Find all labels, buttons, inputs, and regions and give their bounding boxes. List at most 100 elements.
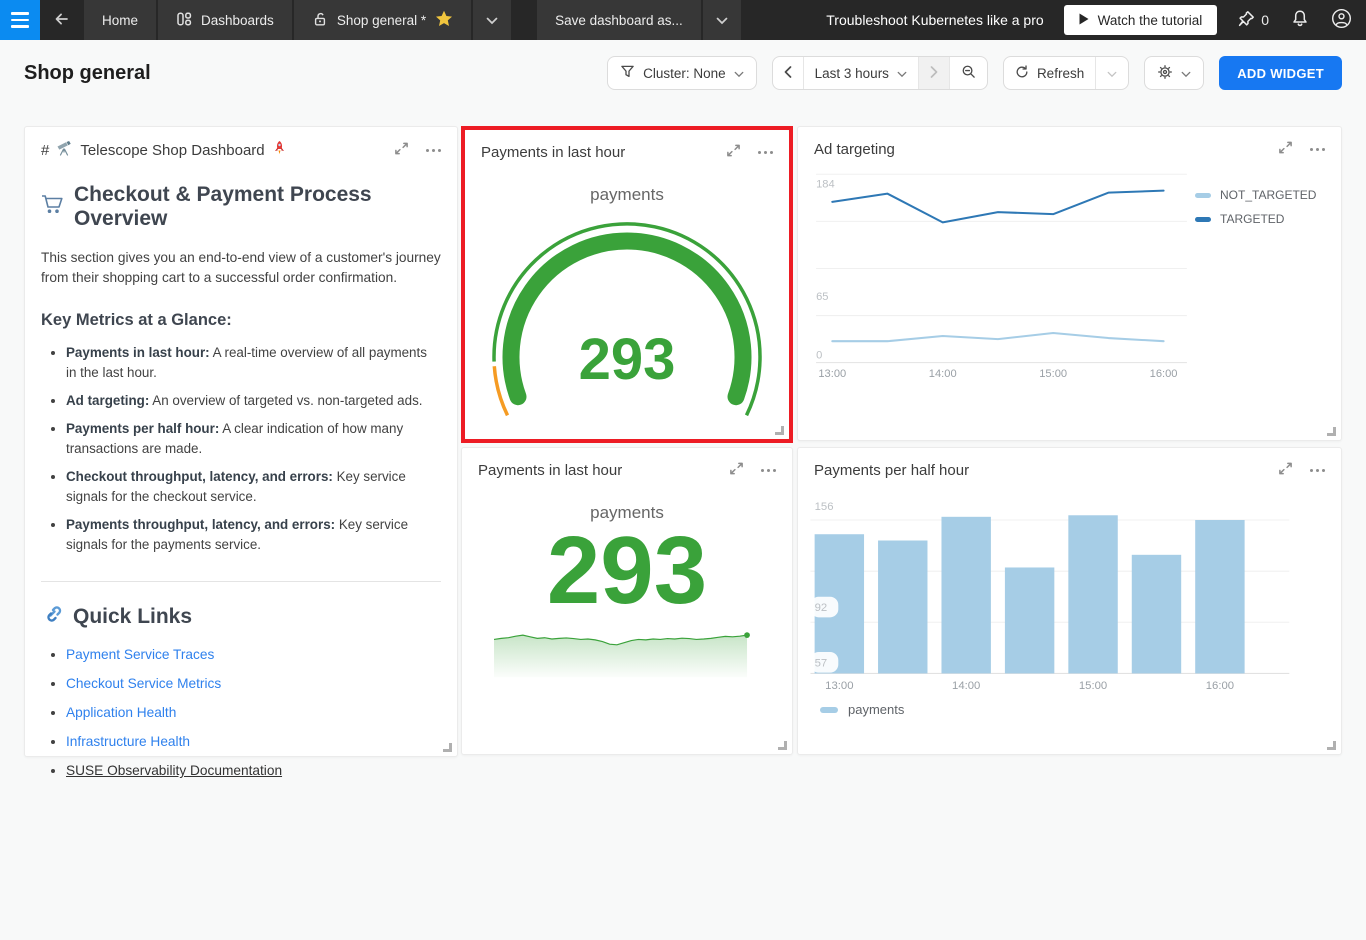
user-avatar[interactable] (1331, 8, 1352, 32)
quick-link-item: Infrastructure Health (66, 732, 441, 752)
widget-header: Payments per half hour (798, 448, 1341, 481)
metric-name: payments (590, 185, 664, 204)
metric-item: Payments in last hour: A real-time overv… (66, 343, 441, 383)
widget-menu-button[interactable] (1310, 468, 1325, 472)
filter-funnel-icon (620, 64, 635, 82)
quick-links-heading: Quick Links (41, 603, 441, 631)
time-forward-button[interactable] (917, 57, 949, 89)
widget-header: Ad targeting (798, 127, 1341, 160)
cluster-filter-button[interactable]: Cluster: None (607, 56, 757, 90)
refresh-button[interactable]: Refresh (1004, 57, 1095, 89)
expand-icon (726, 143, 741, 161)
save-dashboard-as-menu-button[interactable] (702, 0, 741, 40)
quick-link[interactable]: Payment Service Traces (66, 647, 214, 662)
time-range-button[interactable]: Last 3 hours (802, 57, 918, 89)
bar-legend[interactable]: payments (820, 702, 1341, 717)
gauge-chart[interactable]: 293 (465, 207, 789, 435)
dashboards-icon (176, 11, 192, 30)
legend-item[interactable]: NOT_TARGETED (1195, 188, 1335, 202)
widget-menu-button[interactable] (761, 468, 776, 472)
notifications-button[interactable] (1291, 9, 1309, 31)
back-button[interactable] (53, 11, 70, 30)
chevron-left-icon (784, 65, 792, 81)
menu-button[interactable] (0, 0, 40, 40)
time-range-group: Last 3 hours (771, 56, 988, 90)
bar-chart[interactable]: 156 92 57 13:00 14:00 15:00 16:00 (798, 481, 1341, 698)
svg-text:15:00: 15:00 (1079, 680, 1107, 692)
resize-handle[interactable] (1327, 427, 1336, 436)
pin-button[interactable]: 0 (1237, 10, 1269, 31)
page-header: Shop general Cluster: None Last 3 hours … (0, 40, 1366, 106)
widget-header: # Telescope Shop Dashboard (25, 127, 457, 162)
ad-targeting-chart[interactable]: 184 65 0 13:00 14:00 15:00 16:00 (810, 164, 1195, 386)
legend-item[interactable]: TARGETED (1195, 212, 1335, 226)
expand-icon (394, 141, 409, 159)
pin-count: 0 (1261, 12, 1269, 28)
save-dashboard-as-button[interactable]: Save dashboard as... (537, 0, 701, 40)
chevron-down-icon (897, 66, 907, 81)
widget-menu-button[interactable] (1310, 147, 1325, 151)
svg-text:13:00: 13:00 (825, 680, 853, 692)
widget-menu-button[interactable] (426, 148, 441, 152)
expand-widget-button[interactable] (726, 143, 741, 161)
refresh-group: Refresh (1002, 56, 1130, 90)
quick-links-list: Payment Service Traces Checkout Service M… (41, 645, 441, 781)
markdown-heading-text: Checkout & Payment Process Overview (74, 183, 372, 230)
legend-swatch (1195, 216, 1211, 222)
promo-text: Troubleshoot Kubernetes like a pro (826, 12, 1044, 28)
lock-open-icon (312, 11, 328, 30)
watch-tutorial-button[interactable]: Watch the tutorial (1063, 5, 1218, 35)
expand-widget-button[interactable] (729, 461, 744, 479)
dashboard-settings-button[interactable] (1144, 56, 1205, 90)
resize-handle[interactable] (443, 743, 452, 752)
metric-value: 293 (546, 517, 708, 624)
resize-handle[interactable] (1327, 741, 1336, 750)
expand-icon (1278, 140, 1293, 158)
quick-link-item: Application Health (66, 703, 441, 723)
ellipsis-icon (761, 468, 776, 472)
expand-widget-button[interactable] (1278, 140, 1293, 158)
refresh-interval-button[interactable] (1095, 57, 1128, 89)
favorite-star-icon[interactable] (435, 10, 453, 30)
watch-tutorial-label: Watch the tutorial (1097, 12, 1203, 28)
top-navbar: Home Dashboards Shop general * Save dash… (0, 0, 1366, 40)
widget-ad-targeting: Ad targeting 184 65 0 13:00 14:00 15:00 16:00 … (797, 126, 1342, 441)
metric-item: Ad targeting: An overview of targeted vs… (66, 391, 441, 411)
quick-link[interactable]: SUSE Observability Documentation (66, 763, 282, 778)
chevron-down-icon (734, 66, 744, 81)
expand-widget-button[interactable] (394, 141, 409, 159)
quick-link[interactable]: Infrastructure Health (66, 734, 190, 749)
legend-label: NOT_TARGETED (1220, 188, 1317, 202)
svg-text:16:00: 16:00 (1150, 368, 1178, 380)
key-metrics-list: Payments in last hour: A real-time overv… (41, 343, 441, 555)
tab-shop-general[interactable]: Shop general * (293, 0, 472, 40)
add-widget-button[interactable]: ADD WIDGET (1219, 56, 1342, 90)
tab-home[interactable]: Home (84, 0, 157, 40)
resize-handle[interactable] (778, 741, 787, 750)
refresh-icon (1015, 64, 1029, 82)
chevron-down-icon (1181, 66, 1191, 81)
tab-shop-general-menu-button[interactable] (473, 0, 512, 40)
widget-menu-button[interactable] (758, 150, 773, 154)
widget-actions (394, 141, 441, 159)
svg-text:156: 156 (815, 501, 834, 513)
zoom-out-button[interactable] (948, 57, 987, 89)
widget-actions (726, 143, 773, 161)
quick-link[interactable]: Checkout Service Metrics (66, 676, 221, 691)
widget-title: Payments in last hour (478, 461, 623, 479)
dashboard-toolbar: Cluster: None Last 3 hours Refresh ADD W… (607, 56, 1342, 90)
chevron-down-icon (1107, 66, 1117, 81)
legend-swatch (820, 706, 838, 713)
tab-shop-general-label: Shop general * (336, 12, 427, 28)
tab-dashboards-label: Dashboards (201, 12, 274, 28)
ad-legend: NOT_TARGETED TARGETED (1195, 164, 1335, 386)
time-back-button[interactable] (773, 57, 803, 89)
avatar-icon (1331, 8, 1352, 32)
expand-widget-button[interactable] (1278, 461, 1293, 479)
tab-dashboards[interactable]: Dashboards (158, 0, 292, 40)
quick-link[interactable]: Application Health (66, 705, 176, 720)
sparkline-chart[interactable] (462, 617, 792, 688)
svg-text:184: 184 (816, 178, 835, 190)
resize-handle[interactable] (775, 426, 784, 435)
telescope-icon (56, 140, 73, 160)
